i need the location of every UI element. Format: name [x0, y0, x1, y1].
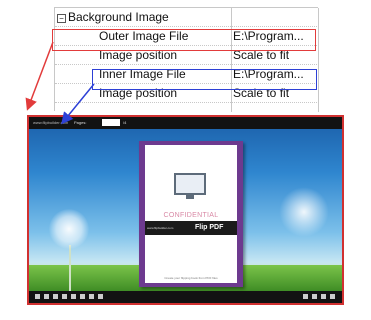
preview-bottom-toolbar [29, 291, 342, 303]
fullscreen-icon[interactable] [35, 294, 40, 299]
outer-arrow [25, 41, 54, 111]
monitor-stand-icon [186, 195, 194, 199]
thumbnails-icon[interactable] [62, 294, 67, 299]
preview-top-toolbar: www.flipbuilder.com Pages: /4 [29, 117, 342, 129]
help-icon[interactable] [44, 294, 49, 299]
page-number-input[interactable] [102, 119, 120, 126]
pages-label: Pages: [74, 120, 87, 125]
zoom-icon[interactable] [80, 294, 85, 299]
property-grid: − Background Image Outer Image File E:\Pr… [54, 7, 319, 112]
first-page-icon[interactable] [303, 294, 308, 299]
book-inner-background: CONFIDENTIAL www.flipbuilder.com Flip PD… [139, 141, 243, 287]
share-icon[interactable] [89, 294, 94, 299]
autoplay-icon[interactable] [98, 294, 103, 299]
dandelion-icon [49, 209, 89, 249]
previous-page-icon[interactable] [312, 294, 317, 299]
last-page-icon[interactable] [330, 294, 335, 299]
sun-glow [279, 187, 329, 237]
book-page[interactable]: CONFIDENTIAL www.flipbuilder.com Flip PD… [145, 145, 237, 283]
cover-stripe: www.flipbuilder.com Flip PDF [145, 221, 237, 235]
outer-image-highlight [52, 29, 316, 51]
monitor-icon [174, 173, 206, 195]
flipbook-preview: www.flipbuilder.com Pages: /4 CONFIDENTI… [27, 115, 344, 305]
confidential-text: CONFIDENTIAL [163, 212, 219, 219]
site-link[interactable]: www.flipbuilder.com [33, 120, 68, 125]
group-row-background-image[interactable]: − Background Image [55, 8, 319, 27]
next-page-icon[interactable] [321, 294, 326, 299]
group-label: Background Image [68, 10, 169, 24]
flip-pdf-logo: Flip PDF [195, 224, 224, 231]
collapse-icon[interactable]: − [57, 14, 66, 23]
cover-url: www.flipbuilder.com [147, 226, 174, 230]
sound-icon[interactable] [71, 294, 76, 299]
cover-footnote: Create your flipping book from PDF files [164, 276, 218, 280]
dandelion-stem [69, 245, 71, 291]
pages-total: /4 [123, 120, 127, 125]
inner-image-highlight [92, 69, 317, 90]
home-icon[interactable] [53, 294, 58, 299]
